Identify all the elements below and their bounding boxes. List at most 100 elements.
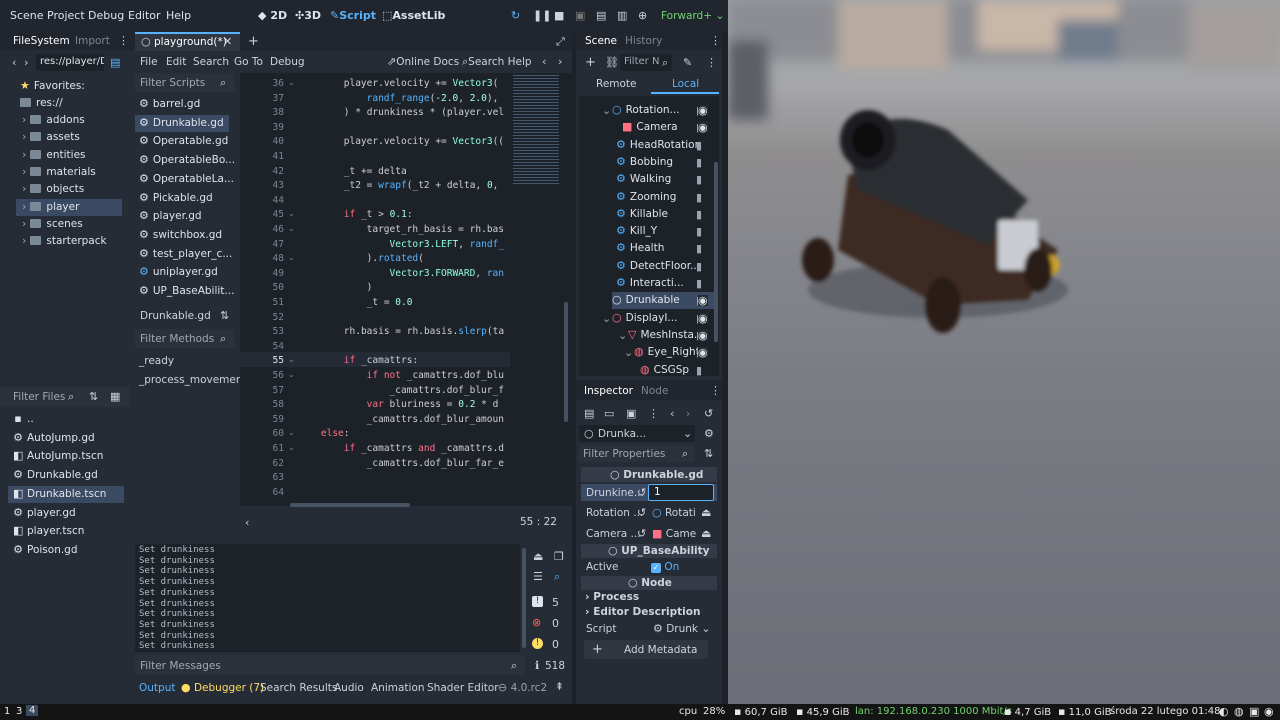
- kebab-icon[interactable]: ⋮: [648, 408, 659, 419]
- tab-debugger[interactable]: ● Debugger (7): [181, 682, 264, 694]
- workspace-script[interactable]: ✎Script: [330, 9, 376, 22]
- file-item[interactable]: ◧ Drunkable.tscn: [13, 486, 106, 503]
- output-scrollbar[interactable]: [522, 548, 526, 648]
- file-item[interactable]: ⚙ Poison.gd: [13, 542, 77, 559]
- folder-item[interactable]: › starterpack: [22, 233, 107, 250]
- history-icon[interactable]: ↺: [704, 408, 713, 419]
- tab-output[interactable]: Output: [139, 682, 175, 694]
- method-item[interactable]: _process_movement: [139, 374, 247, 386]
- tray-icon[interactable]: ◐: [1219, 706, 1229, 717]
- revert-icon[interactable]: ↺: [637, 528, 646, 539]
- tray-icon[interactable]: ◉: [1264, 706, 1274, 717]
- tab-search-results[interactable]: Search Results: [260, 682, 337, 694]
- sort-icon[interactable]: ⇅: [89, 391, 98, 402]
- menu-scene[interactable]: Scene: [10, 9, 44, 22]
- script-icon[interactable]: ▮: [696, 192, 702, 203]
- script-icon[interactable]: ▮: [696, 243, 702, 254]
- scene-node[interactable]: ▽ MeshInsta...: [628, 327, 704, 344]
- script-icon[interactable]: ▮: [696, 174, 702, 185]
- menu-help[interactable]: Help: [166, 9, 191, 22]
- fold-icon[interactable]: ⌄: [288, 444, 295, 452]
- filter-files-input[interactable]: Filter Files: [13, 391, 65, 403]
- next-script-icon[interactable]: ›: [558, 56, 562, 67]
- script-list-item[interactable]: ⚙ OperatableLa...: [135, 171, 234, 188]
- fold-icon[interactable]: ⌄: [288, 356, 295, 364]
- folder-item[interactable]: › materials: [22, 164, 96, 181]
- scene-node[interactable]: ◍ CSGSp: [640, 362, 689, 379]
- stop-icon[interactable]: ■: [554, 10, 564, 21]
- menu-icon[interactable]: ⋮: [118, 35, 129, 46]
- revert-icon[interactable]: ↺: [637, 487, 646, 498]
- scene-node[interactable]: ○ Drunkable: [612, 292, 680, 309]
- active-checkbox[interactable]: ✓ On: [651, 561, 679, 573]
- scene-scrollbar[interactable]: [714, 162, 718, 342]
- visibility-eye-icon[interactable]: ◉: [698, 347, 708, 359]
- tab-import[interactable]: Import: [75, 35, 110, 47]
- assign-icon[interactable]: ⏏: [701, 507, 711, 518]
- process-group[interactable]: › Process: [585, 591, 639, 603]
- workspace-2d[interactable]: ◆ 2D: [258, 9, 287, 22]
- script-icon[interactable]: ▮: [696, 365, 702, 376]
- filter-scripts-input[interactable]: Filter Scripts: [140, 77, 205, 89]
- scene-node[interactable]: ⚙ Health: [616, 240, 664, 257]
- sort-icon[interactable]: ⇅: [220, 310, 229, 321]
- visibility-eye-icon[interactable]: ◉: [698, 295, 708, 307]
- code-scrollbar[interactable]: [564, 302, 568, 422]
- forward-icon[interactable]: ›: [24, 57, 28, 68]
- script-list-item[interactable]: ⚙ Operatable.gd: [135, 133, 229, 150]
- scene-node[interactable]: ⚙ Walking: [616, 171, 671, 188]
- folder-item[interactable]: › player: [22, 199, 79, 216]
- warning-icon[interactable]: !: [532, 638, 543, 649]
- workspace-3[interactable]: 3: [16, 706, 22, 717]
- new-resource-icon[interactable]: ▤: [584, 408, 594, 419]
- tray-icon[interactable]: ▣: [1249, 706, 1259, 717]
- file-item[interactable]: ◧ player.tscn: [13, 523, 84, 540]
- folder-item[interactable]: › assets: [22, 129, 80, 146]
- menu-goto[interactable]: Go To: [234, 56, 263, 68]
- filter-methods-input[interactable]: Filter Methods: [140, 333, 214, 345]
- fold-icon[interactable]: ⌄: [288, 371, 295, 379]
- menu-edit[interactable]: Edit: [166, 56, 186, 68]
- script-list-item[interactable]: ⚙ uniplayer.gd: [135, 264, 229, 281]
- back-icon[interactable]: ‹: [670, 408, 674, 419]
- code-minimap[interactable]: [513, 75, 559, 185]
- file-item[interactable]: ⚙ player.gd: [13, 505, 76, 522]
- online-docs-button[interactable]: ⇗Online Docs: [387, 56, 459, 68]
- prev-script-icon[interactable]: ‹: [542, 56, 546, 67]
- workspace-assetlib[interactable]: ⬚AssetLib: [382, 9, 445, 22]
- method-item[interactable]: _ready: [139, 355, 174, 367]
- remote-tab[interactable]: Remote: [596, 78, 637, 90]
- fold-icon[interactable]: ⌄: [288, 254, 295, 262]
- script-icon[interactable]: ▮: [696, 157, 702, 168]
- filter-properties-input[interactable]: Filter Properties: [583, 448, 665, 460]
- file-item[interactable]: ⚙ Drunkable.gd: [13, 467, 98, 484]
- tab-scene[interactable]: Scene: [585, 35, 617, 47]
- code-hscrollbar[interactable]: [290, 503, 410, 507]
- tab-filesystem[interactable]: FileSystem: [13, 35, 70, 47]
- menu-icon[interactable]: ⋮: [710, 35, 721, 46]
- chevron-down-icon[interactable]: ⌄: [602, 313, 611, 324]
- res-root-row[interactable]: res://: [20, 95, 63, 112]
- visibility-eye-icon[interactable]: ◉: [698, 105, 708, 116]
- tool-icon[interactable]: ⚙: [704, 428, 714, 439]
- script-icon[interactable]: ▮: [696, 140, 702, 151]
- script-attach-icon[interactable]: ✎: [683, 57, 692, 68]
- tab-shader-editor[interactable]: Shader Editor: [427, 682, 499, 694]
- tray-icon[interactable]: ◍: [1234, 706, 1244, 717]
- play-custom-icon[interactable]: ▥: [617, 10, 627, 21]
- script-icon[interactable]: ▮: [696, 261, 702, 272]
- fold-icon[interactable]: ⌄: [288, 429, 295, 437]
- scene-node[interactable]: ⚙ Killable: [616, 206, 668, 223]
- fold-icon[interactable]: ⌄: [288, 225, 295, 233]
- revert-icon[interactable]: ↺: [637, 507, 646, 518]
- menu-icon[interactable]: ⋮: [710, 385, 721, 396]
- scene-node[interactable]: ○ Rotation...: [612, 102, 680, 119]
- folder-item[interactable]: › entities: [22, 147, 86, 164]
- menu-file[interactable]: File: [140, 56, 158, 68]
- menu-editor[interactable]: Editor: [128, 9, 161, 22]
- clear-output-icon[interactable]: ⏏: [533, 551, 543, 562]
- reload-icon[interactable]: ↻: [511, 10, 520, 21]
- file-item[interactable]: ▪..: [13, 411, 33, 428]
- add-tab-icon[interactable]: +: [248, 35, 259, 48]
- tab-audio[interactable]: Audio: [334, 682, 364, 694]
